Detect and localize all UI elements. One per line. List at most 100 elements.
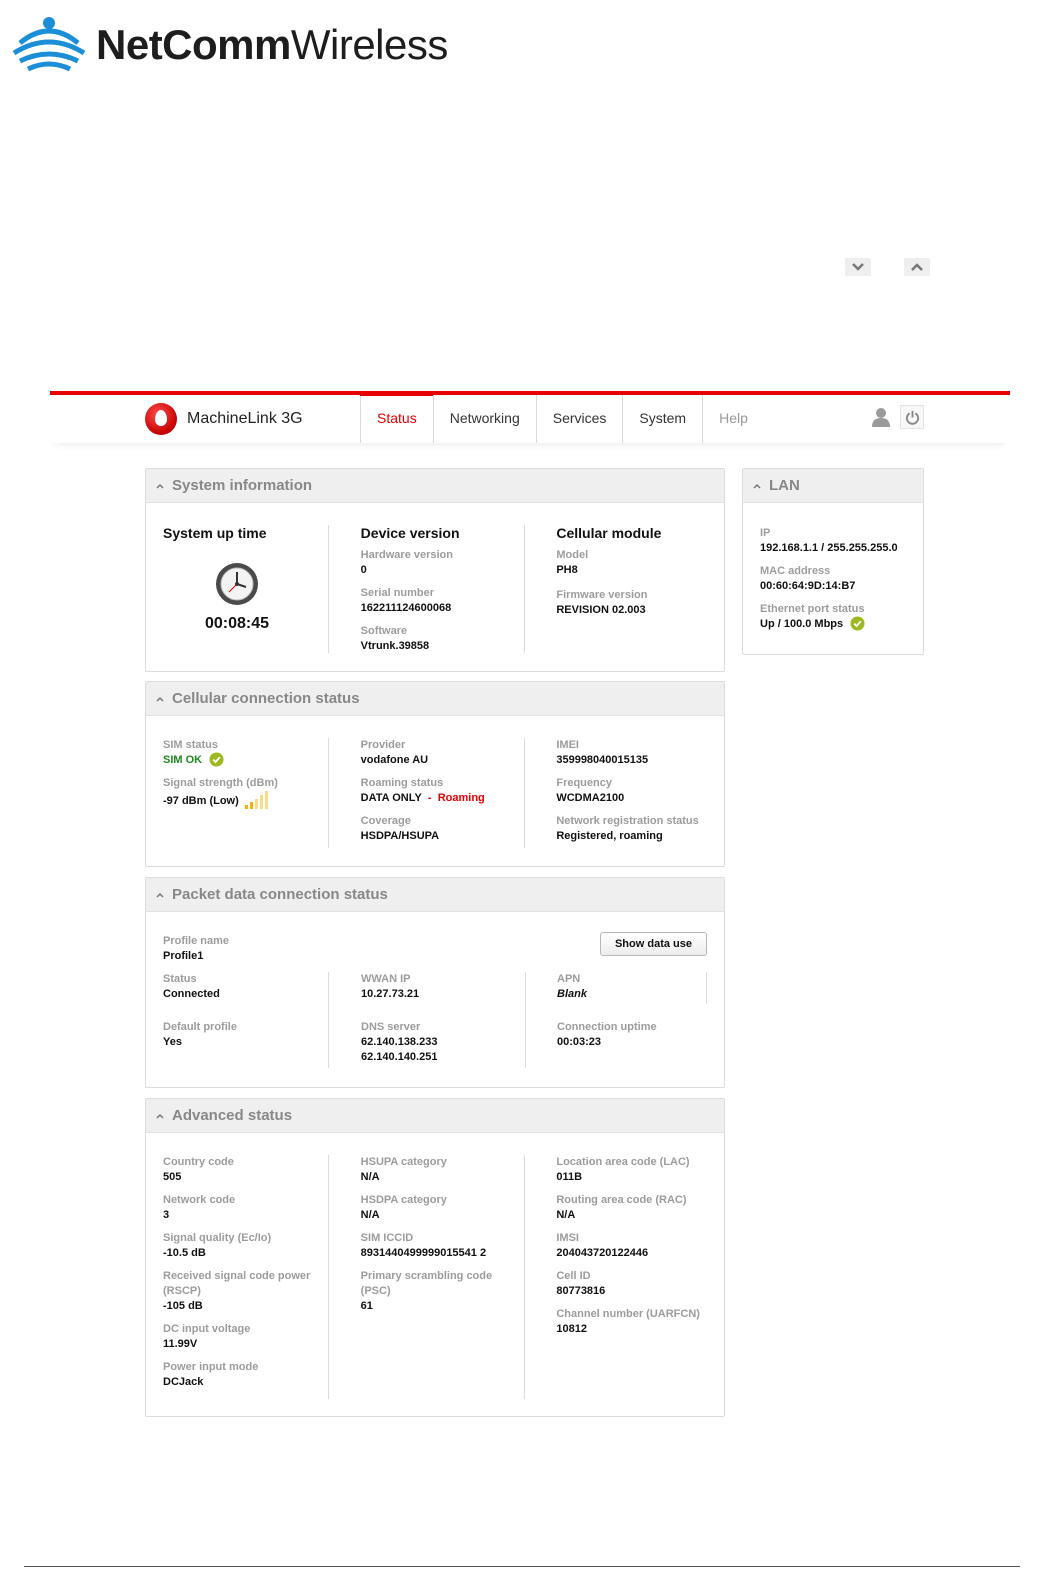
provider-label: Provider <box>360 739 406 751</box>
coverage-value: HSDPA/HSUPA <box>360 830 440 842</box>
signal-label: Signal strength (dBm) <box>163 777 278 789</box>
hsdpa-value: N/A <box>360 1209 380 1221</box>
netcomm-logo: NetCommWireless <box>12 10 492 80</box>
country-code-value: 505 <box>163 1171 182 1183</box>
system-info-header[interactable]: System information <box>146 469 724 503</box>
panel-title: Cellular connection status <box>172 690 360 707</box>
collapse-up-button[interactable] <box>904 258 930 276</box>
app-logo[interactable]: MachineLink 3G <box>145 403 303 435</box>
wwan-value: 10.27.73.21 <box>361 988 420 1000</box>
device-version-heading: Device version <box>360 525 460 541</box>
lan-header[interactable]: LAN <box>743 469 923 503</box>
frequency-value: WCDMA2100 <box>556 792 625 804</box>
nav-services[interactable]: Services <box>537 395 624 443</box>
cellular-panel: Cellular connection status SIM status SI… <box>145 681 725 867</box>
psc-label: Primary scrambling code (PSC) <box>360 1270 493 1297</box>
system-info-panel: System information System up time 00:08:… <box>145 468 725 672</box>
imei-value: 359998040015135 <box>556 754 649 766</box>
signal-quality-label: Signal quality (Ec/Io) <box>163 1232 272 1244</box>
panel-title: Advanced status <box>172 1107 293 1124</box>
cellular-header[interactable]: Cellular connection status <box>146 682 724 716</box>
imsi-label: IMSI <box>556 1232 579 1244</box>
brand-name: NetCommWireless <box>96 21 448 68</box>
collapse-down-button[interactable] <box>845 258 871 276</box>
signal-bars-icon <box>244 791 268 809</box>
divider <box>706 972 707 1004</box>
firmware-value: REVISION 02.003 <box>556 604 646 616</box>
caret-up-icon <box>753 483 761 489</box>
rscp-label: Received signal code power (RSCP) <box>163 1270 311 1297</box>
signal-value: -97 dBm (Low) <box>163 791 328 809</box>
hsdpa-label: HSDPA category <box>360 1194 447 1206</box>
power-mode-label: Power input mode <box>163 1361 259 1373</box>
profile-label: Profile name <box>163 935 230 947</box>
ip-value: 192.168.1.1 / 255.255.255.0 <box>760 542 898 554</box>
roaming-label: Roaming status <box>360 777 444 789</box>
nav-status[interactable]: Status <box>360 391 434 443</box>
ethernet-label: Ethernet port status <box>760 603 865 615</box>
dns-value-1: 62.140.138.233 <box>361 1036 438 1048</box>
nav-help[interactable]: Help <box>703 395 764 443</box>
provider-value: vodafone AU <box>360 754 429 766</box>
psc-value: 61 <box>360 1300 373 1312</box>
vodafone-logo-icon <box>145 403 177 435</box>
wifi-logo-icon <box>12 17 86 72</box>
nav-system[interactable]: System <box>623 395 704 443</box>
rac-label: Routing area code (RAC) <box>556 1194 687 1206</box>
advanced-column-1: Country code 505 Network code 3 Signal q… <box>146 1155 328 1399</box>
footer-rule <box>24 1566 1020 1567</box>
dc-voltage-value: 11.99V <box>163 1338 198 1350</box>
main-nav: Status Networking Services System Help <box>360 391 764 443</box>
user-icon[interactable] <box>872 407 890 427</box>
sim-iccid-label: SIM ICCID <box>360 1232 414 1244</box>
network-code-label: Network code <box>163 1194 236 1206</box>
cell-id-value: 80773816 <box>556 1285 606 1297</box>
packet-column-2: WWAN IP 10.27.73.21 DNS server 62.140.13… <box>328 972 525 1068</box>
advanced-column-2: HSUPA category N/A HSDPA category N/A SI… <box>327 1155 525 1399</box>
lac-label: Location area code (LAC) <box>556 1156 690 1168</box>
software-value: Vtrunk.39858 <box>360 640 430 652</box>
dc-voltage-label: DC input voltage <box>163 1323 251 1335</box>
clock-icon <box>216 563 258 605</box>
device-version-column: Device version Hardware version 0 Serial… <box>327 525 525 653</box>
rac-value: N/A <box>556 1209 576 1221</box>
packet-header[interactable]: Packet data connection status <box>146 878 724 912</box>
network-code-value: 3 <box>163 1209 170 1221</box>
hardware-value: 0 <box>360 564 367 576</box>
dns-label: DNS server <box>361 1021 421 1033</box>
imei-label: IMEI <box>556 739 579 751</box>
logout-button[interactable] <box>900 405 924 429</box>
dns-value-2: 62.140.140.251 <box>361 1051 438 1063</box>
product-name: MachineLink 3G <box>187 410 303 427</box>
lan-panel: LAN IP 192.168.1.1 / 255.255.255.0 MAC a… <box>742 468 924 655</box>
advanced-header[interactable]: Advanced status <box>146 1099 724 1133</box>
cellular-column-1: SIM status SIM OK Signal strength (dBm) … <box>146 738 328 848</box>
model-value: PH8 <box>556 564 578 576</box>
chevron-down-icon <box>852 263 864 271</box>
nav-networking[interactable]: Networking <box>434 395 537 443</box>
cellular-module-column: Cellular module Model PH8 Firmware versi… <box>524 525 724 653</box>
advanced-column-3: Location area code (LAC) 011B Routing ar… <box>524 1155 724 1399</box>
ip-label: IP <box>760 527 771 539</box>
firmware-label: Firmware version <box>556 589 648 601</box>
frequency-label: Frequency <box>556 777 612 789</box>
profile-value: Profile1 <box>163 950 204 962</box>
apn-value: Blank <box>557 988 587 1000</box>
caret-up-icon <box>156 1113 164 1119</box>
country-code-label: Country code <box>163 1156 234 1168</box>
sim-label: SIM status <box>163 739 219 751</box>
sim-value: SIM OK <box>163 752 328 768</box>
show-data-use-button[interactable]: Show data use <box>599 932 707 956</box>
status-value: Connected <box>163 988 220 1000</box>
chevron-up-icon <box>911 263 923 271</box>
caret-up-icon <box>156 483 164 489</box>
packet-column-1: Status Connected Default profile Yes <box>146 972 328 1068</box>
ethernet-value: Up / 100.0 Mbps <box>760 616 898 632</box>
apn-label: APN <box>557 973 581 985</box>
serial-label: Serial number <box>360 587 435 599</box>
packet-column-3: APN Blank Connection uptime 00:03:23 <box>525 972 707 1068</box>
check-circle-icon <box>850 616 865 631</box>
default-profile-value: Yes <box>163 1036 182 1048</box>
hardware-label: Hardware version <box>360 549 453 561</box>
power-mode-value: DCJack <box>163 1376 204 1388</box>
